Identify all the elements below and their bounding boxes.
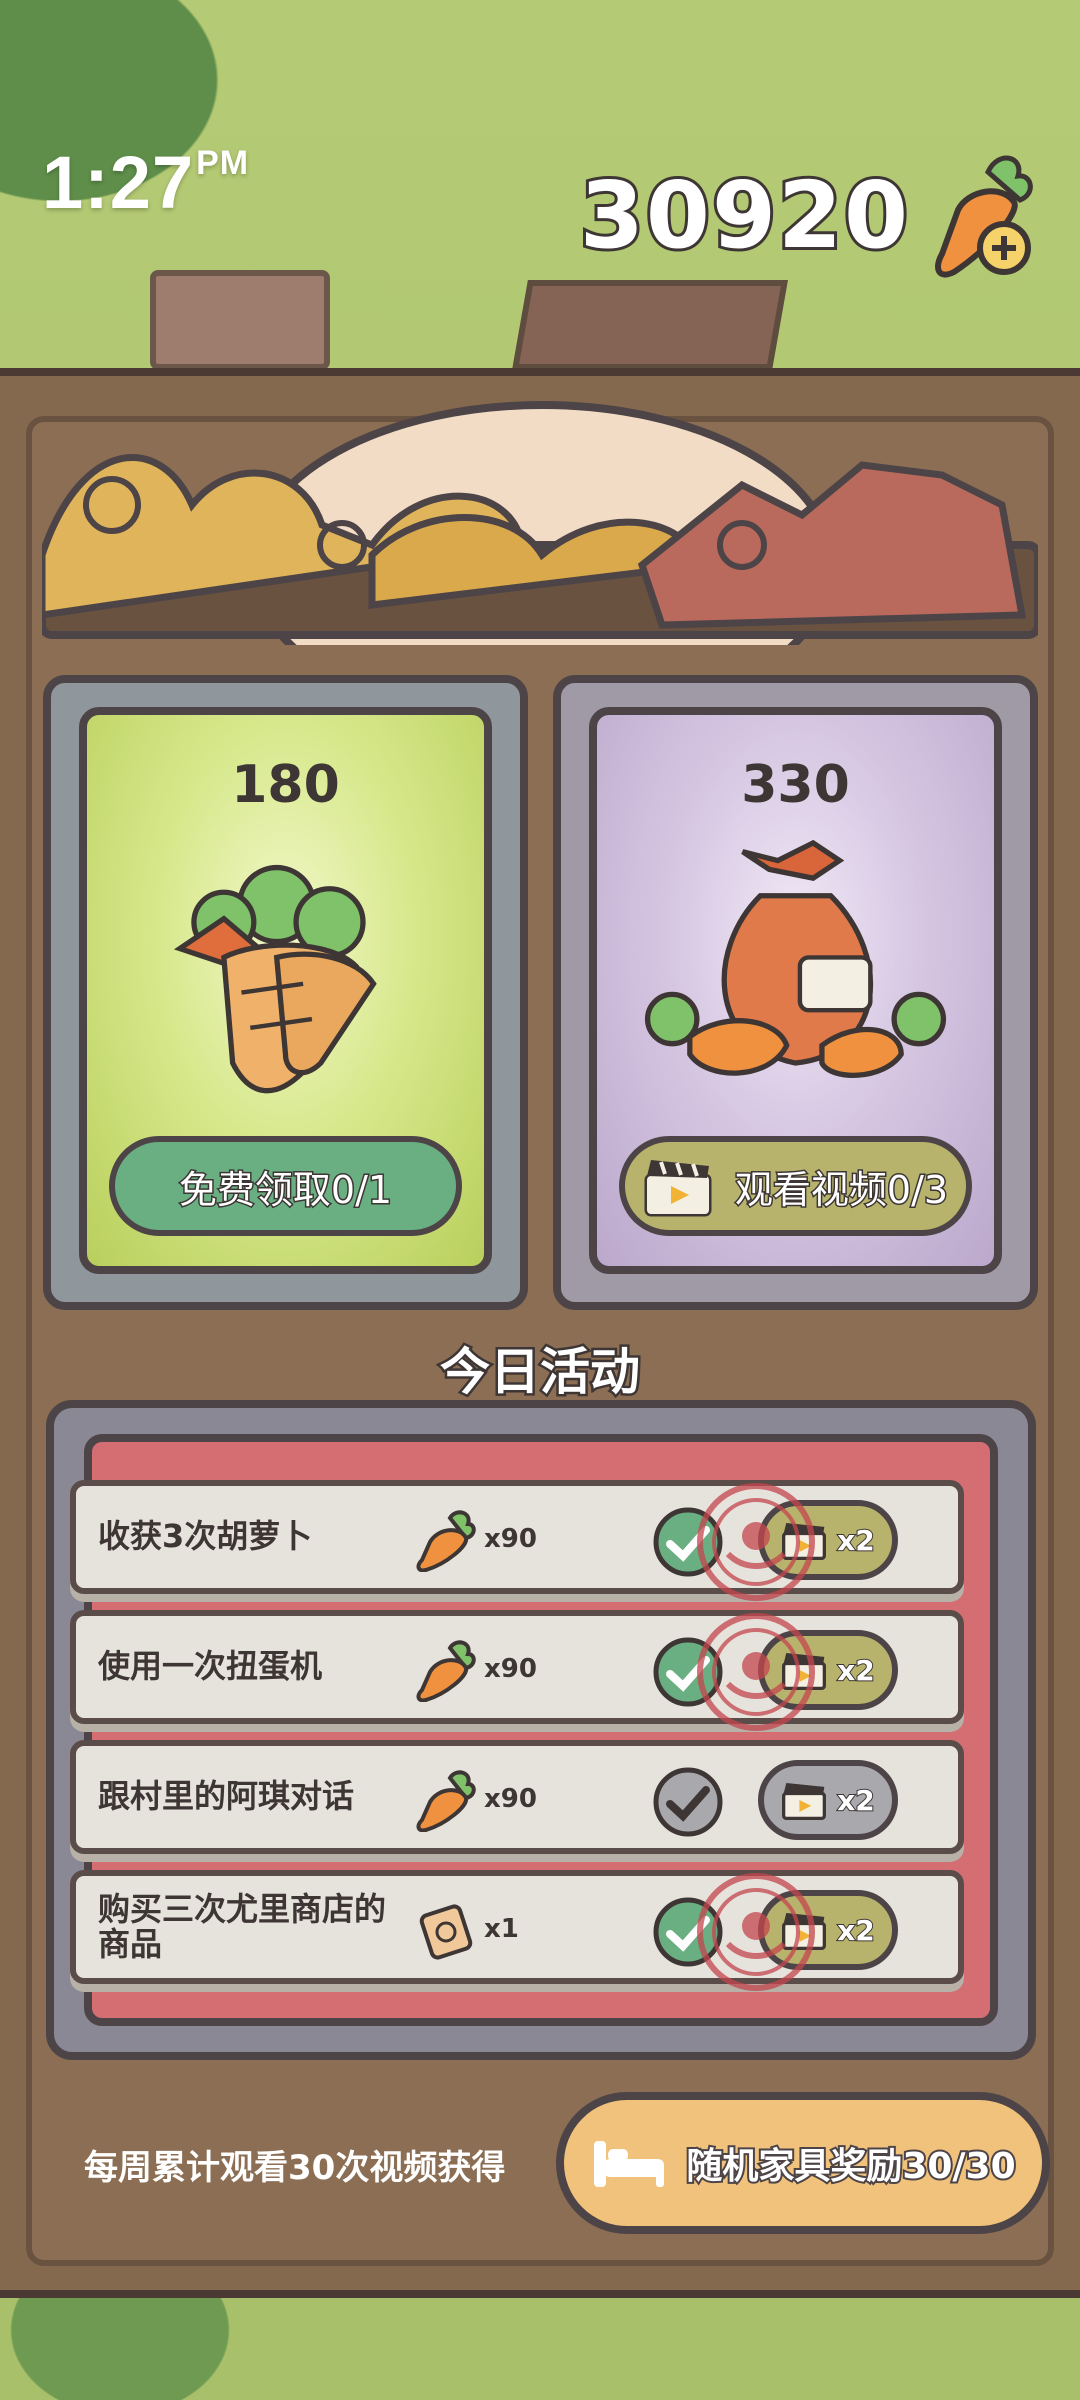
task-name: 使用一次扭蛋机 bbox=[98, 1647, 323, 1686]
clock-ampm: PM bbox=[196, 144, 250, 182]
video-offer-card: 330 观看视频0/3 bbox=[589, 707, 1002, 1274]
furniture-reward-button[interactable]: 随机家具奖励30/30 bbox=[556, 2092, 1050, 2234]
carrot-bundle-icon bbox=[127, 825, 444, 1125]
clapperboard-icon bbox=[643, 1154, 713, 1218]
carrot-currency[interactable]: 30920 bbox=[577, 150, 1038, 280]
task-name: 跟村里的阿琪对话 bbox=[98, 1777, 355, 1816]
check-icon bbox=[652, 1766, 724, 1838]
task-row: 使用一次扭蛋机 x90 x2 bbox=[70, 1610, 964, 1731]
double-reward-button[interactable]: x2 bbox=[758, 1760, 898, 1840]
carrot-sack-icon bbox=[637, 825, 954, 1125]
free-claim-button[interactable]: 免费领取0/1 bbox=[109, 1136, 462, 1236]
task-row: 跟村里的阿琪对话 x90 x2 bbox=[70, 1740, 964, 1854]
background-flag bbox=[150, 270, 330, 370]
free-carrot-offer: 180 免费领取0/1 bbox=[43, 675, 528, 1310]
claimed-stamp-icon bbox=[694, 1480, 818, 1604]
task-row: 购买三次尤里商店的商品 x1 x2 bbox=[70, 1870, 964, 1991]
weekly-video-text: 每周累计观看30次视频获得 bbox=[84, 2148, 506, 2188]
double-reward-label: x2 bbox=[836, 1913, 876, 1948]
task-reward-qty: x90 bbox=[484, 1654, 537, 1684]
task-name: 购买三次尤里商店的商品 bbox=[98, 1889, 387, 1963]
video-carrot-offer: 330 观看视频0/3 bbox=[553, 675, 1038, 1310]
decorative-banner bbox=[38, 395, 1042, 729]
double-reward-label: x2 bbox=[836, 1783, 876, 1818]
carrot-icon bbox=[416, 1508, 476, 1573]
watch-video-button[interactable]: 观看视频0/3 bbox=[619, 1136, 972, 1236]
free-offer-amount: 180 bbox=[231, 755, 340, 815]
today-activities-title: 今日活动 bbox=[438, 1341, 643, 1404]
furniture-reward-label: 随机家具奖励30/30 bbox=[684, 2144, 1017, 2189]
task-reward-qty: x90 bbox=[484, 1524, 537, 1554]
double-reward-label: x2 bbox=[836, 1523, 876, 1558]
watch-video-label: 观看视频0/3 bbox=[733, 1166, 949, 1213]
task-row: 收获3次胡萝卜 x90 x2 bbox=[70, 1480, 964, 1601]
carrot-balance: 30920 bbox=[577, 159, 911, 272]
video-offer-amount: 330 bbox=[741, 755, 850, 815]
double-reward-label: x2 bbox=[836, 1653, 876, 1688]
carrot-icon bbox=[416, 1638, 476, 1703]
carrot-plus-icon[interactable] bbox=[928, 150, 1038, 280]
carrot-icon bbox=[416, 1768, 476, 1833]
clapperboard-icon bbox=[781, 1779, 827, 1821]
free-offer-card: 180 免费领取0/1 bbox=[79, 707, 492, 1274]
free-claim-label: 免费领取0/1 bbox=[177, 1166, 393, 1213]
clock: 1:27PM bbox=[42, 140, 249, 225]
claimed-stamp-icon bbox=[694, 1870, 818, 1994]
bed-icon bbox=[590, 2135, 668, 2191]
claimed-stamp-icon bbox=[694, 1610, 818, 1734]
task-reward-qty: x90 bbox=[484, 1784, 537, 1814]
task-name: 收获3次胡萝卜 bbox=[98, 1517, 313, 1556]
task-reward-qty: x1 bbox=[484, 1914, 519, 1944]
ticket-icon bbox=[416, 1898, 476, 1962]
background-roof bbox=[512, 280, 788, 370]
clock-time: 1:27 bbox=[42, 141, 195, 224]
